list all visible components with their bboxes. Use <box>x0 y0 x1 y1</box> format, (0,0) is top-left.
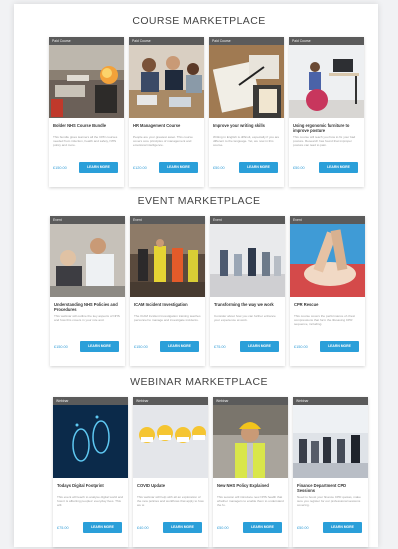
patient-care-image <box>50 224 125 297</box>
learn-more-button[interactable]: LEARN MORE <box>159 162 198 173</box>
cpr-training-image <box>290 224 365 297</box>
card-price: £150.00 <box>54 345 68 349</box>
webinar-row: Webinar Todays Digital Footprint This ev… <box>33 397 368 547</box>
learn-more-button[interactable]: LEARN MORE <box>323 522 362 533</box>
ergonomic-chair-image <box>289 45 364 118</box>
card-tag: Event <box>50 216 125 224</box>
card-tag: Webinar <box>213 397 288 405</box>
event-row: Event Understanding NHS Policies and Pro… <box>33 216 365 366</box>
event-card[interactable]: Event CPR Rescue This course covers the … <box>290 216 365 366</box>
course-card[interactable]: Paid Course Improve your writing skills … <box>209 37 284 187</box>
card-price: £50.00 <box>213 166 225 170</box>
card-description: This event will teach to analyse digital… <box>57 495 124 507</box>
card-title: Transforming the way we work <box>214 302 274 307</box>
card-title: Bolder NHS Course Bundle <box>53 123 106 128</box>
card-price: £150.00 <box>53 166 67 170</box>
kitchen-chef-image <box>49 45 124 118</box>
course-row: Paid Course Bolder NHS Course Bundle Thi… <box>33 37 365 187</box>
card-price: £50.00 <box>293 166 305 170</box>
learn-more-button[interactable]: LEARN MORE <box>163 522 202 533</box>
section-title-event: EVENT MARKETPLACE <box>137 195 261 207</box>
card-description: This bundle gives learners all the CPD c… <box>53 135 118 147</box>
event-card[interactable]: Event Understanding NHS Policies and Pro… <box>50 216 125 366</box>
section-title-webinar: WEBINAR MARKETPLACE <box>130 376 268 388</box>
card-price: £50.00 <box>297 526 309 530</box>
card-title: CPR Rescue <box>294 302 319 307</box>
webinar-card[interactable]: Webinar COVID Update This webinar will h… <box>133 397 208 547</box>
card-title: Finance Department CPD Sessions <box>297 483 347 493</box>
card-price: £50.00 <box>217 526 229 530</box>
card-tag: Event <box>130 216 205 224</box>
webinar-card[interactable]: Webinar Todays Digital Footprint This ev… <box>53 397 128 547</box>
learn-more-button[interactable]: LEARN MORE <box>319 162 358 173</box>
card-description: This course will teach you how to fix yo… <box>293 135 356 147</box>
finance-lecture-image <box>293 405 368 478</box>
card-title: HR Management Course <box>133 123 181 128</box>
learn-more-button[interactable]: LEARN MORE <box>320 341 359 352</box>
card-description: Writing in English is difficult, especia… <box>213 135 280 147</box>
webinar-card[interactable]: Webinar Finance Department CPD Sessions … <box>293 397 368 547</box>
team-meeting-image <box>129 45 204 118</box>
learn-more-button[interactable]: LEARN MORE <box>239 162 278 173</box>
course-card[interactable]: Paid Course HR Management Course People … <box>129 37 204 187</box>
card-price: £120.00 <box>133 166 147 170</box>
event-card[interactable]: Event ICAM Incident Investigation The IC… <box>130 216 205 366</box>
learn-more-button[interactable]: LEARN MORE <box>79 162 118 173</box>
office-workers-image <box>210 224 285 297</box>
card-price: £40.00 <box>137 526 149 530</box>
card-description: Consider about how you can further enhan… <box>214 314 276 322</box>
card-tag: Paid Course <box>209 37 284 45</box>
card-title: Improve your writing skills <box>213 123 265 128</box>
card-title: ICAM Incident Investigation <box>134 302 188 307</box>
card-description: This webinar will outline the key aspect… <box>54 314 120 322</box>
card-tag: Webinar <box>53 397 128 405</box>
writing-desk-image <box>209 45 284 118</box>
covid-emoji-image <box>133 405 208 478</box>
card-tag: Paid Course <box>49 37 124 45</box>
card-description: This course covers the performance of ch… <box>294 314 356 326</box>
card-tag: Webinar <box>133 397 208 405</box>
learn-more-button[interactable]: LEARN MORE <box>83 522 122 533</box>
card-tag: Webinar <box>293 397 368 405</box>
card-description: This session will introduce new NHS heal… <box>217 495 284 507</box>
card-title: New NHS Policy Explained <box>217 483 269 488</box>
card-tag: Event <box>290 216 365 224</box>
site-workers-image <box>130 224 205 297</box>
card-price: £150.00 <box>134 345 148 349</box>
digital-footprint-image <box>53 405 128 478</box>
learn-more-button[interactable]: LEARN MORE <box>240 341 279 352</box>
course-card[interactable]: Paid Course Bolder NHS Course Bundle Thi… <box>49 37 124 187</box>
card-title: Todays Digital Footprint <box>57 483 104 488</box>
card-title: Using ergonomic furniture to improve pos… <box>293 123 350 133</box>
card-tag: Paid Course <box>289 37 364 45</box>
section-title-course: COURSE MARKETPLACE <box>132 15 266 27</box>
card-price: £75.00 <box>214 345 226 349</box>
card-price: £75.00 <box>57 526 69 530</box>
card-title: COVID Update <box>137 483 165 488</box>
card-description: This webinar will help with all an explo… <box>137 495 204 507</box>
event-card[interactable]: Event Transforming the way we work Consi… <box>210 216 285 366</box>
card-title: Understanding NHS Policies and Procedure… <box>54 302 118 312</box>
learn-more-button[interactable]: LEARN MORE <box>243 522 282 533</box>
card-tag: Event <box>210 216 285 224</box>
webinar-card[interactable]: Webinar New NHS Policy Explained This se… <box>213 397 288 547</box>
card-tag: Paid Course <box>129 37 204 45</box>
card-price: £150.00 <box>294 345 308 349</box>
learn-more-button[interactable]: LEARN MORE <box>80 341 119 352</box>
course-card[interactable]: Paid Course Using ergonomic furniture to… <box>289 37 364 187</box>
learn-more-button[interactable]: LEARN MORE <box>160 341 199 352</box>
hard-hat-worker-image <box>213 405 288 478</box>
card-description: Need to boost your finance CPD quotas, m… <box>297 495 361 507</box>
card-description: People are your greatest asset. This cou… <box>133 135 193 147</box>
card-description: The ICAM Incident Investigation training… <box>134 314 201 322</box>
